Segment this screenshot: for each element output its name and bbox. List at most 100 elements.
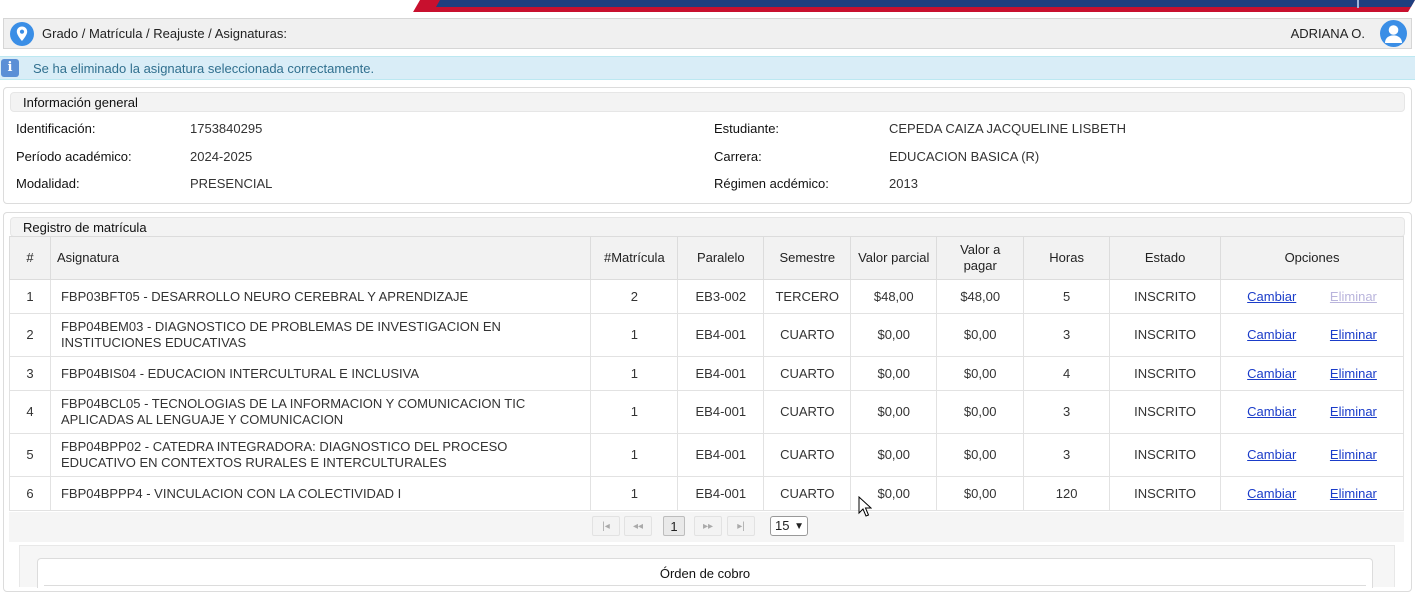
- delete-link[interactable]: Eliminar: [1330, 447, 1377, 462]
- change-link[interactable]: Cambiar: [1247, 486, 1296, 501]
- student-label: Estudiante:: [714, 121, 780, 136]
- amount-to-pay-cell: $0,00: [936, 390, 1025, 434]
- page-size-value: 15: [775, 518, 790, 533]
- previous-page-icon[interactable]: ◂◂: [624, 516, 652, 536]
- payment-order-panel: Órden de cobro: [37, 558, 1373, 588]
- academic-regime-value: 2013: [889, 176, 918, 191]
- current-page-button[interactable]: 1: [663, 516, 685, 536]
- enrollment-cell: 1: [590, 356, 679, 391]
- breadcrumb: Grado / Matrícula / Reajuste / Asignatur…: [42, 26, 287, 41]
- subject-cell: FBP03BFT05 - DESARROLLO NEURO CEREBRAL Y…: [49, 279, 592, 314]
- next-page-icon[interactable]: ▸▸: [694, 516, 722, 536]
- options-cell: Cambiar Eliminar: [1220, 313, 1404, 357]
- user-avatar-icon[interactable]: [1380, 20, 1407, 47]
- identification-value: 1753840295: [190, 121, 263, 136]
- row-number: 1: [9, 279, 51, 314]
- parallel-cell: EB4-001: [677, 313, 765, 357]
- delete-link[interactable]: Eliminar: [1330, 327, 1377, 342]
- semester-cell: CUARTO: [763, 390, 852, 434]
- enrollment-cell: 1: [590, 476, 679, 511]
- modality-value: PRESENCIAL: [190, 176, 273, 191]
- payment-order-table-header: [44, 585, 1366, 590]
- subject-cell: FBP04BPPP4 - VINCULACION CON LA COLECTIV…: [49, 476, 592, 511]
- career-label: Carrera:: [714, 149, 762, 164]
- status-cell: INSCRITO: [1109, 390, 1222, 434]
- col-header-number: #: [9, 236, 51, 280]
- table-row: 2 FBP04BEM03 - DIAGNOSTICO DE PROBLEMAS …: [9, 313, 1404, 357]
- options-cell: Cambiar Eliminar: [1220, 356, 1404, 391]
- hours-cell: 4: [1023, 356, 1111, 391]
- col-header-enrollment: #Matrícula: [590, 236, 679, 280]
- parallel-cell: EB4-001: [677, 433, 765, 477]
- status-cell: INSCRITO: [1109, 356, 1222, 391]
- parallel-cell: EB4-001: [677, 356, 765, 391]
- parallel-cell: EB3-002: [677, 279, 765, 314]
- partial-value-cell: $0,00: [850, 313, 938, 357]
- pagination-bar: |◂ ◂◂ 1 ▸▸ ▸| 15 ▼: [9, 512, 1404, 542]
- success-alert: i Se ha eliminado la asignatura seleccio…: [0, 56, 1415, 80]
- user-name[interactable]: ADRIANA O.: [1291, 26, 1365, 41]
- registration-header: Registro de matrícula: [10, 217, 1405, 237]
- banner-blue-stripe: [435, 0, 1415, 7]
- table-row: 6 FBP04BPPP4 - VINCULACION CON LA COLECT…: [9, 476, 1404, 511]
- location-pin-icon: [10, 22, 34, 46]
- alert-message: Se ha eliminado la asignatura selecciona…: [33, 61, 375, 76]
- general-info-header: Información general: [10, 92, 1405, 112]
- career-value: EDUCACION BASICA (R): [889, 149, 1040, 164]
- status-cell: INSCRITO: [1109, 433, 1222, 477]
- modality-label: Modalidad:: [16, 176, 80, 191]
- payment-order-title: Órden de cobro: [659, 566, 751, 581]
- partial-value-cell: $0,00: [850, 356, 938, 391]
- options-cell: Cambiar Eliminar: [1220, 476, 1404, 511]
- change-link[interactable]: Cambiar: [1247, 327, 1296, 342]
- enrollment-cell: 1: [590, 433, 679, 477]
- col-header-subject: Asignatura: [49, 236, 592, 280]
- hours-cell: 3: [1023, 313, 1111, 357]
- hours-cell: 5: [1023, 279, 1111, 314]
- table-header-row: # Asignatura #Matrícula Paralelo Semestr…: [9, 236, 1404, 280]
- partial-value-cell: $48,00: [850, 279, 938, 314]
- delete-link[interactable]: Eliminar: [1330, 366, 1377, 381]
- enrollment-cell: 2: [590, 279, 679, 314]
- semester-cell: TERCERO: [763, 279, 852, 314]
- header-banner: [0, 0, 1415, 12]
- table-row: 5 FBP04BPP02 - CATEDRA INTEGRADORA: DIAG…: [9, 433, 1404, 477]
- options-cell: Cambiar Eliminar: [1220, 279, 1404, 314]
- col-header-parallel: Paralelo: [677, 236, 765, 280]
- semester-cell: CUARTO: [763, 433, 852, 477]
- col-header-hours: Horas: [1023, 236, 1111, 280]
- info-icon: i: [1, 59, 19, 77]
- change-link[interactable]: Cambiar: [1247, 447, 1296, 462]
- delete-link[interactable]: Eliminar: [1330, 486, 1377, 501]
- col-header-semester: Semestre: [763, 236, 852, 280]
- amount-to-pay-cell: $0,00: [936, 433, 1025, 477]
- status-cell: INSCRITO: [1109, 476, 1222, 511]
- col-header-partial-value: Valor parcial: [850, 236, 938, 280]
- registration-table: # Asignatura #Matrícula Paralelo Semestr…: [9, 236, 1404, 511]
- table-row: 3 FBP04BIS04 - EDUCACION INTERCULTURAL E…: [9, 356, 1404, 391]
- col-header-amount-to-pay: Valor a pagar: [936, 236, 1025, 280]
- table-row: 1 FBP03BFT05 - DESARROLLO NEURO CEREBRAL…: [9, 279, 1404, 314]
- academic-period-value: 2024-2025: [190, 149, 253, 164]
- first-page-icon[interactable]: |◂: [592, 516, 620, 536]
- options-cell: Cambiar Eliminar: [1220, 433, 1404, 477]
- status-cell: INSCRITO: [1109, 313, 1222, 357]
- change-link[interactable]: Cambiar: [1247, 289, 1296, 304]
- status-cell: INSCRITO: [1109, 279, 1222, 314]
- change-link[interactable]: Cambiar: [1247, 366, 1296, 381]
- row-number: 2: [9, 313, 51, 357]
- page-size-select[interactable]: 15 ▼: [770, 516, 808, 536]
- col-header-options: Opciones: [1220, 236, 1404, 280]
- subject-cell: FBP04BIS04 - EDUCACION INTERCULTURAL E I…: [49, 356, 592, 391]
- last-page-icon[interactable]: ▸|: [727, 516, 755, 536]
- payment-order-section: Órden de cobro: [19, 545, 1395, 588]
- subject-cell: FBP04BEM03 - DIAGNOSTICO DE PROBLEMAS DE…: [49, 313, 592, 357]
- banner-mark: [1357, 0, 1359, 8]
- amount-to-pay-cell: $0,00: [936, 356, 1025, 391]
- enrollment-cell: 1: [590, 390, 679, 434]
- delete-link[interactable]: Eliminar: [1330, 404, 1377, 419]
- options-cell: Cambiar Eliminar: [1220, 390, 1404, 434]
- change-link[interactable]: Cambiar: [1247, 404, 1296, 419]
- table-row: 4 FBP04BCL05 - TECNOLOGIAS DE LA INFORMA…: [9, 390, 1404, 434]
- amount-to-pay-cell: $48,00: [936, 279, 1025, 314]
